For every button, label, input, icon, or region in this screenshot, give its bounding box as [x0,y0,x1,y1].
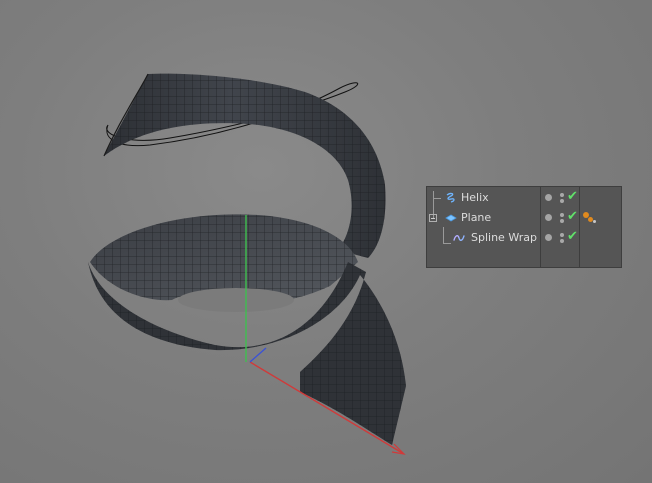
z-axis-line [249,347,267,363]
object-manager-panel: Helix ✔ Plane ✔ Spline Wrap ✔ [426,186,622,268]
object-name[interactable]: Spline Wrap [471,228,537,248]
phong-tag-icon[interactable] [583,212,597,224]
x-axis-arrowhead [391,443,406,455]
visibility-dot[interactable] [545,194,552,201]
object-row-helix[interactable]: Helix ✔ [427,188,621,208]
helix-spline-icon [446,192,455,203]
object-row-spline-wrap[interactable]: Spline Wrap ✔ [427,228,621,248]
object-name[interactable]: Helix [461,188,489,208]
enabled-check-icon[interactable]: ✔ [567,189,578,205]
spline-wrap-deformer-icon [453,235,465,241]
plane-object-icon [445,214,457,222]
enabled-check-icon[interactable]: ✔ [567,209,578,225]
object-name[interactable]: Plane [461,208,491,228]
visibility-dot[interactable] [545,214,552,221]
enabled-check-icon[interactable]: ✔ [567,229,578,245]
visibility-dot[interactable] [545,234,552,241]
object-row-plane[interactable]: Plane ✔ [427,208,621,228]
